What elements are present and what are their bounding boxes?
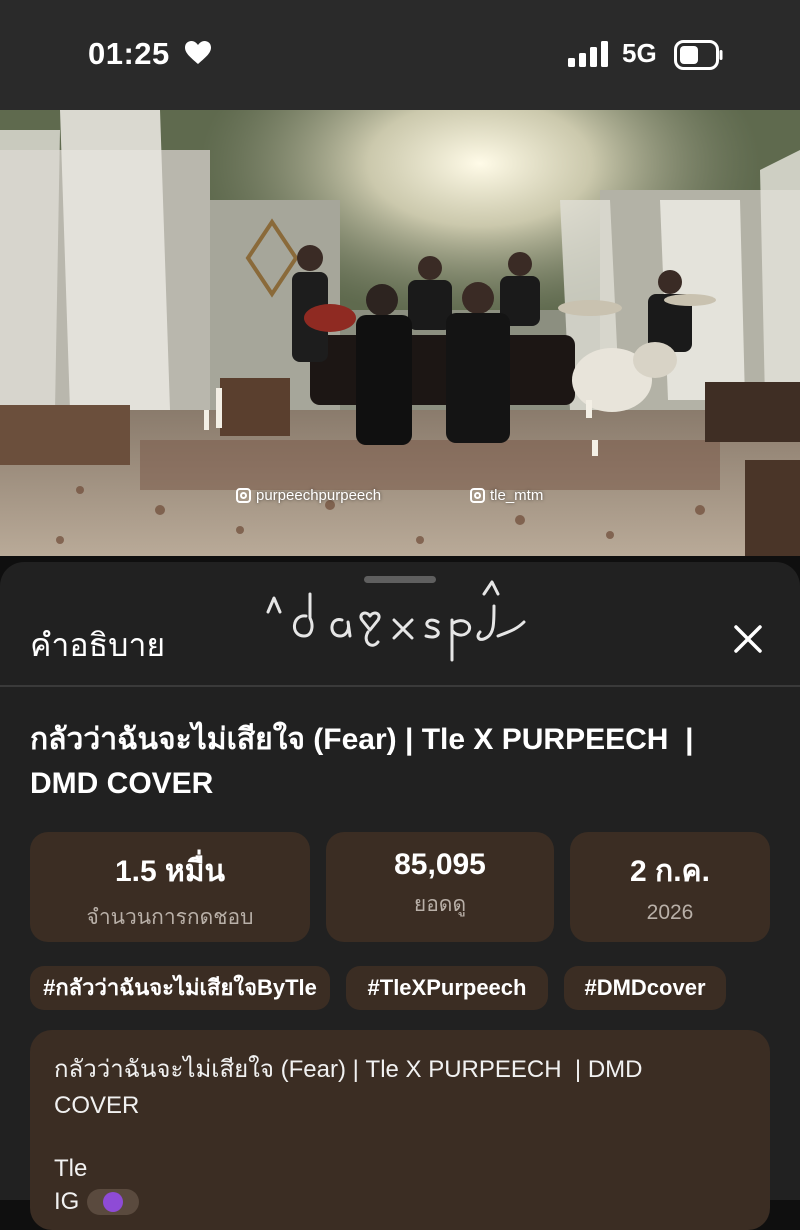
description-social-line: IG xyxy=(54,1188,140,1216)
hashtag-chip[interactable]: #DMDcover xyxy=(564,966,726,1010)
date-value: 2 ก.ค. xyxy=(630,855,710,888)
sheet-divider xyxy=(0,685,800,687)
views-stat: 85,095 ยอดดู xyxy=(326,832,554,942)
watermark-purpeech: purpeechpurpeech xyxy=(236,487,381,504)
likes-stat: 1.5 หมื่น จำนวนการกดชอบ xyxy=(30,832,310,942)
heart-icon xyxy=(185,41,211,64)
video-player[interactable] xyxy=(0,110,800,556)
description-ig-prefix: IG xyxy=(54,1188,80,1215)
hashtag-chip[interactable]: #กลัวว่าฉันจะไม่เสียใจByTle xyxy=(30,966,330,1010)
link-icon xyxy=(103,1192,124,1212)
views-value: 85,095 xyxy=(394,848,486,881)
date-stat: 2 ก.ค. 2026 xyxy=(570,832,770,942)
network-type: 5G xyxy=(622,38,657,68)
hashtag-chip[interactable]: #TleXPurpeech xyxy=(346,966,548,1010)
close-icon[interactable] xyxy=(726,617,770,661)
views-label: ยอดดู xyxy=(413,893,467,916)
year-label: 2026 xyxy=(646,901,694,924)
instagram-icon xyxy=(236,488,251,503)
handwritten-signature xyxy=(266,580,526,662)
video-thumbnail xyxy=(0,110,800,556)
watermark-tle: tle_mtm xyxy=(470,487,543,504)
instagram-icon xyxy=(470,488,485,503)
signal-icon xyxy=(568,41,608,67)
social-link-chip[interactable] xyxy=(87,1189,140,1215)
battery-icon xyxy=(674,40,723,70)
status-time: 01:25 xyxy=(88,36,170,71)
description-artist: Tle xyxy=(54,1155,88,1182)
likes-value: 1.5 หมื่น xyxy=(114,855,226,888)
video-title: กลัวว่าฉันจะไม่เสียใจ (Fear) | Tle X PUR… xyxy=(30,723,694,800)
description-text: กลัวว่าฉันจะไม่เสียใจ (Fear) | Tle X PUR… xyxy=(54,1056,643,1119)
sheet-title: คำอธิบาย xyxy=(30,627,166,663)
likes-label: จำนวนการกดชอบ xyxy=(86,906,254,929)
